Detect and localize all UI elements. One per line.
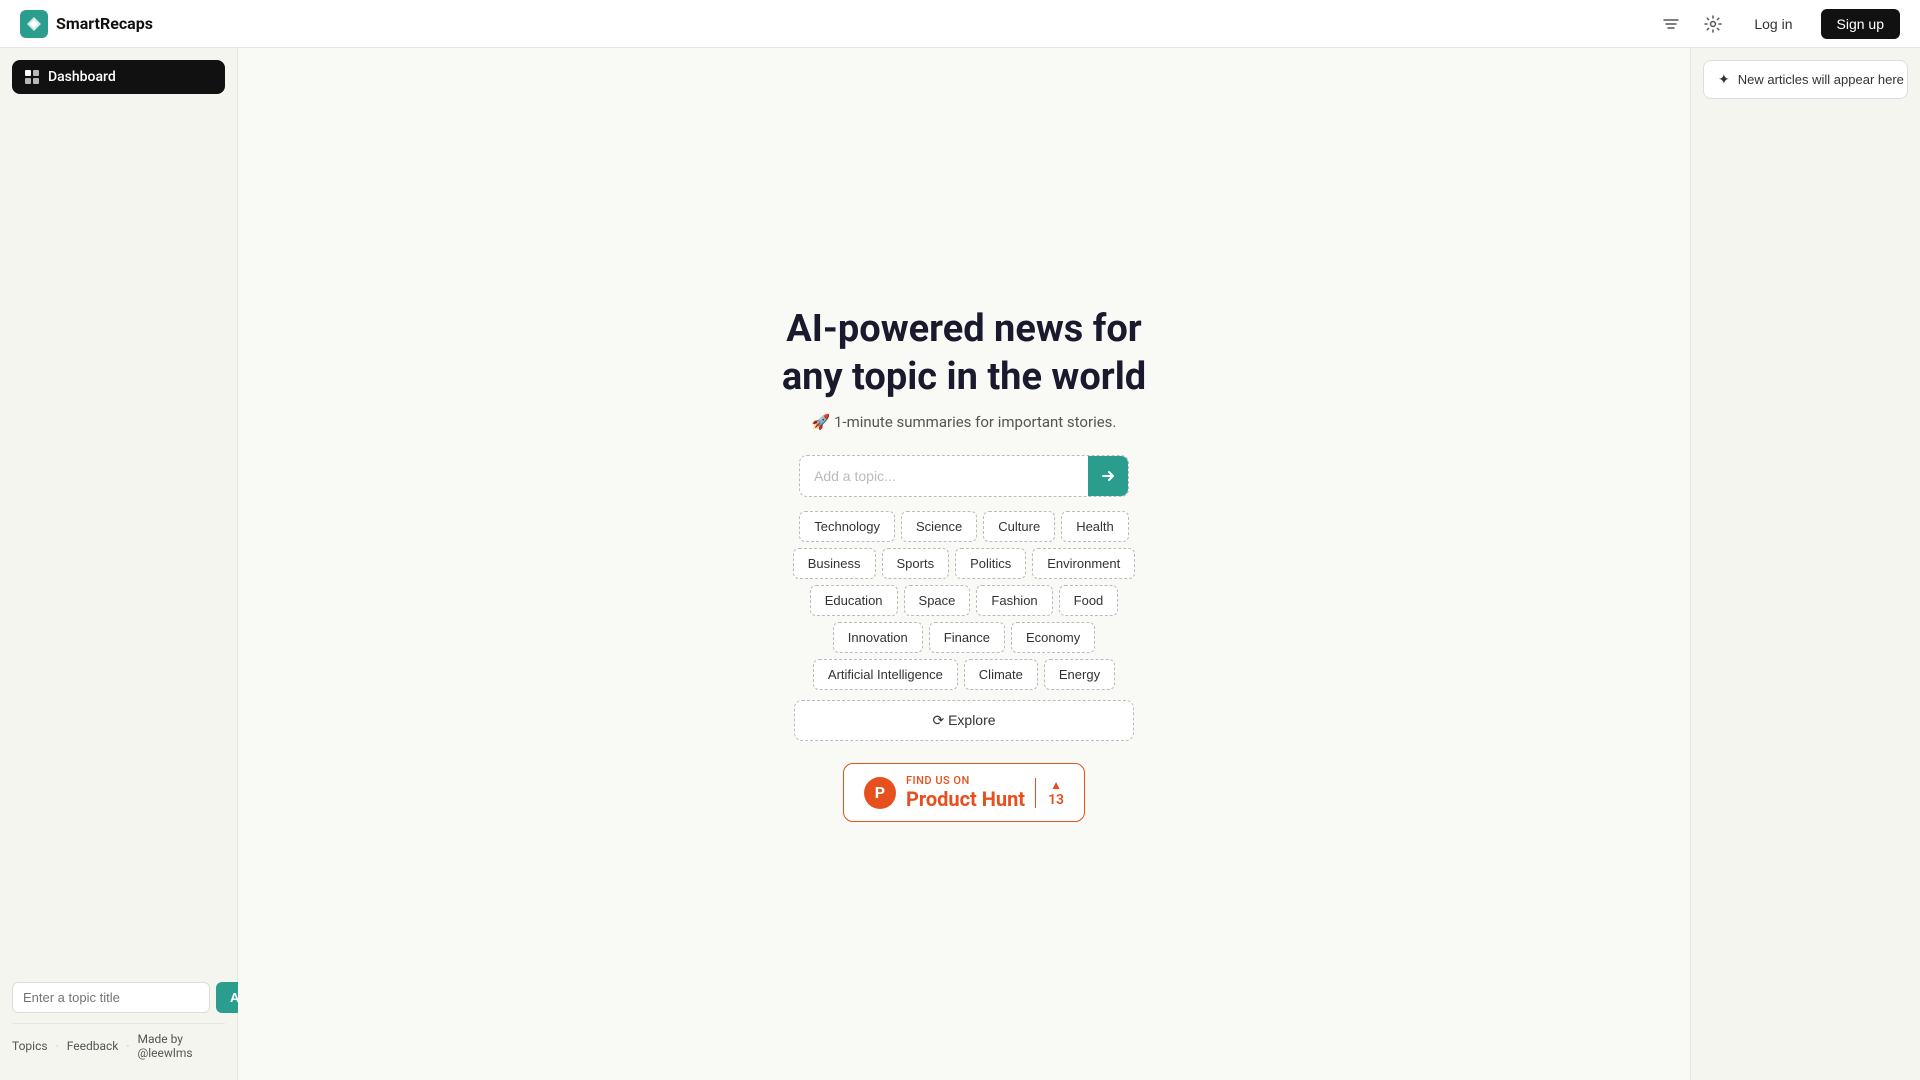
topic-energy[interactable]: Energy bbox=[1044, 659, 1115, 690]
product-hunt-count: 13 bbox=[1048, 792, 1064, 808]
topic-business[interactable]: Business bbox=[793, 548, 876, 579]
explore-button[interactable]: ⟳ Explore bbox=[794, 700, 1134, 741]
sidebar-links: Topics · Feedback · Made by @leewlms bbox=[12, 1023, 225, 1068]
right-panel: ✦ New articles will appear here bbox=[1690, 48, 1920, 1080]
topic-environment[interactable]: Environment bbox=[1032, 548, 1135, 579]
upvote-arrow-icon: ▲ bbox=[1050, 778, 1062, 792]
logo-icon bbox=[20, 10, 48, 38]
topics-row-3: Education Space Fashion Food bbox=[794, 585, 1134, 616]
header: SmartRecaps Log in Sign up bbox=[0, 0, 1920, 48]
topic-innovation[interactable]: Innovation bbox=[833, 622, 923, 653]
center-card: AI-powered news for any topic in the wor… bbox=[614, 306, 1314, 822]
dashboard-icon bbox=[24, 69, 40, 85]
topic-fashion[interactable]: Fashion bbox=[976, 585, 1052, 616]
search-button[interactable] bbox=[1088, 456, 1128, 496]
sidebar-dot-2: · bbox=[126, 1039, 129, 1053]
topic-technology[interactable]: Technology bbox=[799, 511, 895, 542]
topic-economy[interactable]: Economy bbox=[1011, 622, 1095, 653]
product-hunt-name: Product Hunt bbox=[906, 787, 1025, 811]
sidebar-item-dashboard-label: Dashboard bbox=[48, 69, 116, 85]
topic-science[interactable]: Science bbox=[901, 511, 977, 542]
sidebar-input-area: Add bbox=[12, 982, 225, 1013]
logo-text: SmartRecaps bbox=[56, 14, 153, 33]
product-hunt-text: FIND US ON Product Hunt bbox=[906, 774, 1025, 811]
topics-row-2: Business Sports Politics Environment bbox=[794, 548, 1134, 579]
main-subtitle: 🚀 1-minute summaries for important stori… bbox=[812, 413, 1117, 431]
search-input[interactable] bbox=[800, 458, 1088, 494]
topics-row-1: Technology Science Culture Health bbox=[794, 511, 1134, 542]
sidebar-item-dashboard[interactable]: Dashboard bbox=[12, 60, 225, 94]
sidebar-dot-1: · bbox=[56, 1039, 59, 1053]
topics-grid: Technology Science Culture Health Busine… bbox=[794, 511, 1134, 690]
sidebar-top: Dashboard bbox=[12, 60, 225, 94]
body-layout: Dashboard Add Topics · Feedback · Made b… bbox=[0, 48, 1920, 1080]
topic-education[interactable]: Education bbox=[810, 585, 898, 616]
settings-button[interactable] bbox=[1700, 11, 1726, 37]
main-title: AI-powered news for any topic in the wor… bbox=[782, 306, 1146, 401]
topic-climate[interactable]: Climate bbox=[964, 659, 1038, 690]
product-hunt-logo: P bbox=[864, 777, 896, 809]
sparkle-icon: ✦ bbox=[1718, 71, 1730, 88]
sidebar-link-feedback[interactable]: Feedback bbox=[67, 1039, 119, 1053]
topic-health[interactable]: Health bbox=[1061, 511, 1129, 542]
topic-politics[interactable]: Politics bbox=[955, 548, 1026, 579]
topic-ai[interactable]: Artificial Intelligence bbox=[813, 659, 958, 690]
sidebar-topic-input[interactable] bbox=[12, 982, 210, 1013]
topics-row-4: Innovation Finance Economy bbox=[794, 622, 1134, 653]
filter-icon bbox=[1662, 15, 1680, 33]
topic-space[interactable]: Space bbox=[904, 585, 971, 616]
new-articles-button[interactable]: ✦ New articles will appear here bbox=[1703, 60, 1908, 99]
sidebar-bottom: Add Topics · Feedback · Made by @leewlms bbox=[12, 982, 225, 1080]
signup-button[interactable]: Sign up bbox=[1821, 9, 1900, 39]
main-content: AI-powered news for any topic in the wor… bbox=[238, 48, 1690, 1080]
search-bar bbox=[799, 455, 1129, 497]
sidebar-link-topics[interactable]: Topics bbox=[12, 1039, 48, 1053]
topic-culture[interactable]: Culture bbox=[983, 511, 1055, 542]
topic-sports[interactable]: Sports bbox=[882, 548, 950, 579]
sidebar-link-made-by[interactable]: Made by @leewlms bbox=[137, 1032, 225, 1060]
product-hunt-find-us: FIND US ON bbox=[906, 774, 1025, 787]
settings-icon bbox=[1704, 15, 1722, 33]
filter-button[interactable] bbox=[1658, 11, 1684, 37]
new-articles-label: New articles will appear here bbox=[1738, 72, 1904, 87]
login-button[interactable]: Log in bbox=[1742, 10, 1804, 38]
header-right: Log in Sign up bbox=[1658, 9, 1900, 39]
product-hunt-badge[interactable]: P FIND US ON Product Hunt ▲ 13 bbox=[843, 763, 1085, 822]
product-hunt-count-box: ▲ 13 bbox=[1035, 778, 1064, 808]
arrow-right-icon bbox=[1100, 468, 1116, 484]
topics-row-5: Artificial Intelligence Climate Energy bbox=[794, 659, 1134, 690]
topic-food[interactable]: Food bbox=[1059, 585, 1119, 616]
sidebar: Dashboard Add Topics · Feedback · Made b… bbox=[0, 48, 238, 1080]
topic-finance[interactable]: Finance bbox=[929, 622, 1005, 653]
logo[interactable]: SmartRecaps bbox=[20, 10, 153, 38]
